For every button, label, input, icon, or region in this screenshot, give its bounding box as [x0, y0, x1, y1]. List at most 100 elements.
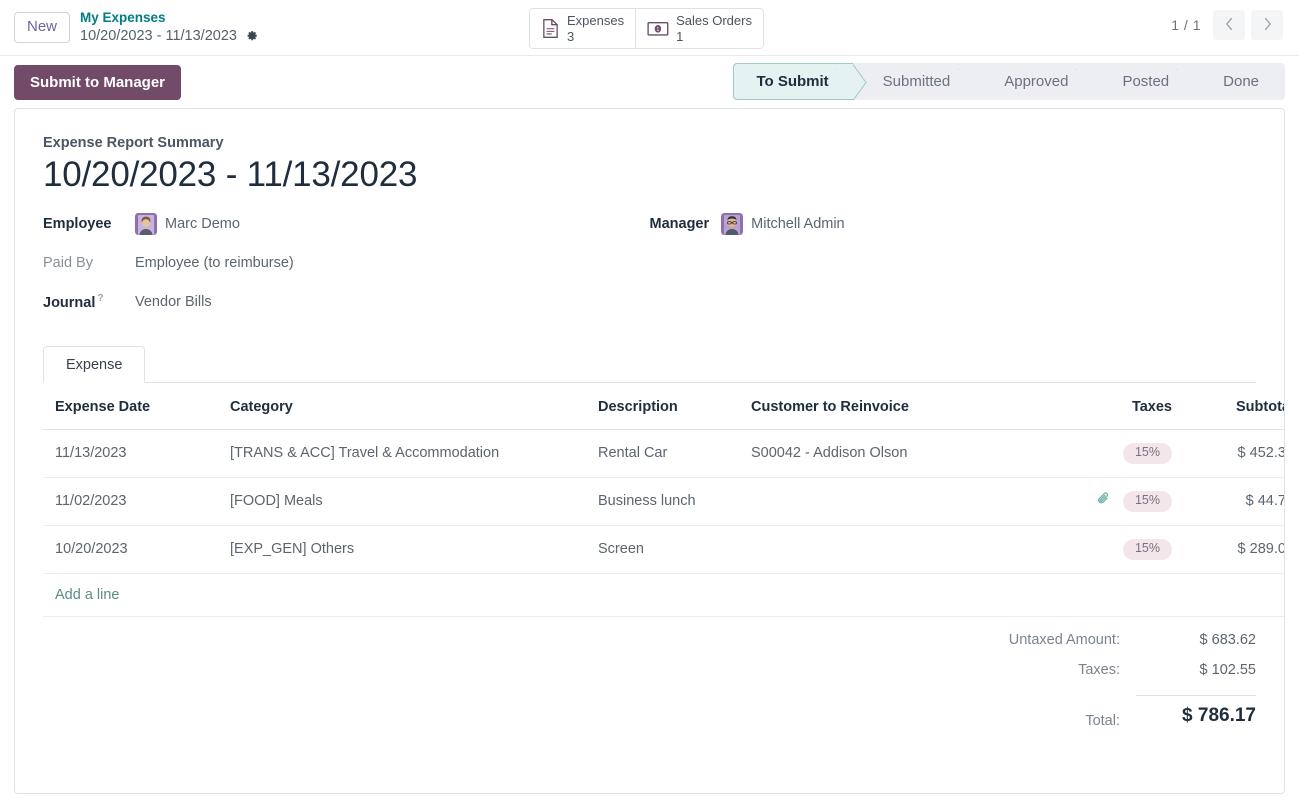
smart-button-expenses-label: Expenses — [567, 13, 624, 28]
add-line-cell[interactable]: Add a line — [43, 573, 1285, 616]
add-a-line-button[interactable]: Add a line — [55, 587, 120, 603]
cell-description[interactable]: Business lunch — [586, 477, 739, 525]
cell-taxes[interactable]: 15% — [1032, 430, 1180, 478]
smart-button-expenses-value: 3 — [567, 29, 624, 44]
smart-button-expenses[interactable]: Expenses 3 — [530, 9, 635, 48]
status-done[interactable]: Done — [1193, 63, 1285, 100]
tax-badge: 15% — [1123, 443, 1172, 464]
smart-button-sales-orders-text: Sales Orders 1 — [676, 13, 752, 44]
status-submitted[interactable]: Submitted — [853, 63, 975, 100]
table-header-row: Expense Date Category Description Custom… — [43, 383, 1285, 430]
journal-help-icon[interactable]: ? — [97, 293, 103, 304]
cell-description[interactable]: Rental Car — [586, 430, 739, 478]
pager-previous-button[interactable] — [1213, 10, 1245, 40]
table-row[interactable]: 11/02/2023 [FOOD] Meals Business lunch 1… — [43, 477, 1285, 525]
cell-subtotal[interactable]: $ 289.00 — [1180, 525, 1285, 573]
action-status-bar: Submit to Manager To Submit Submitted Ap… — [0, 56, 1299, 108]
form-column-right: Manager Mitchell Admin — [650, 213, 1257, 330]
column-description[interactable]: Description — [586, 383, 739, 430]
cell-category[interactable]: [FOOD] Meals — [218, 477, 586, 525]
svg-text:1: 1 — [656, 26, 659, 32]
breadcrumb: My Expenses 10/20/2023 - 11/13/2023 — [80, 10, 258, 45]
status-done-label: Done — [1223, 73, 1259, 90]
cell-subtotal[interactable]: $ 452.39 — [1180, 430, 1285, 478]
field-journal-value[interactable]: Vendor Bills — [135, 294, 212, 310]
totals-taxes-value: $ 102.55 — [1136, 662, 1256, 678]
cell-customer[interactable]: S00042 - Addison Olson — [739, 430, 1032, 478]
totals-total-value: $ 786.17 — [1136, 695, 1256, 727]
form-fields-grid: Employee Marc Demo Paid By — [43, 213, 1256, 330]
form-column-left: Employee Marc Demo Paid By — [43, 213, 650, 330]
column-category[interactable]: Category — [218, 383, 586, 430]
smart-button-sales-orders-value: 1 — [676, 29, 752, 44]
status-submitted-label: Submitted — [883, 73, 951, 90]
avatar — [135, 213, 157, 235]
add-line-row[interactable]: Add a line — [43, 573, 1285, 616]
field-manager: Manager Mitchell Admin — [650, 213, 1257, 235]
totals-taxes-label: Taxes: — [916, 662, 1136, 678]
tax-badge: 15% — [1123, 539, 1172, 560]
column-expense-date[interactable]: Expense Date — [43, 383, 218, 430]
expense-lines-head: Expense Date Category Description Custom… — [43, 383, 1285, 430]
cell-description[interactable]: Screen — [586, 525, 739, 573]
field-employee-value-wrap[interactable]: Marc Demo — [135, 213, 240, 235]
field-paid-by-value[interactable]: Employee (to reimburse) — [135, 255, 294, 271]
new-button[interactable]: New — [14, 12, 70, 43]
tab-expense[interactable]: Expense — [43, 346, 145, 383]
column-customer-to-reinvoice[interactable]: Customer to Reinvoice — [739, 383, 1032, 430]
field-employee-value: Marc Demo — [165, 216, 240, 232]
breadcrumb-parent-link[interactable]: My Expenses — [80, 10, 258, 27]
control-panel-left: New My Expenses 10/20/2023 - 11/13/2023 — [14, 10, 258, 45]
field-paid-by-label: Paid By — [43, 255, 135, 271]
cell-customer[interactable] — [739, 525, 1032, 573]
status-approved[interactable]: Approved — [974, 63, 1092, 100]
cell-taxes[interactable]: 15% — [1032, 477, 1180, 525]
cell-customer[interactable] — [739, 477, 1032, 525]
expense-lines-table: Expense Date Category Description Custom… — [43, 383, 1285, 617]
cell-expense-date[interactable]: 11/02/2023 — [43, 477, 218, 525]
totals-untaxed-value: $ 683.62 — [1136, 632, 1256, 648]
notebook: Expense Expense Date Category Descriptio… — [43, 346, 1256, 734]
totals-section: Untaxed Amount: $ 683.62 Taxes: $ 102.55… — [43, 617, 1256, 734]
sheet-background: Expense Report Summary 10/20/2023 - 11/1… — [0, 108, 1299, 808]
submit-to-manager-button[interactable]: Submit to Manager — [14, 65, 181, 100]
notebook-tabs: Expense — [43, 346, 1256, 383]
status-posted[interactable]: Posted — [1092, 63, 1193, 100]
breadcrumb-current: 10/20/2023 - 11/13/2023 — [80, 27, 237, 45]
totals-total-label: Total: — [916, 713, 1136, 729]
summary-label: Expense Report Summary — [43, 135, 1256, 151]
document-icon — [541, 18, 560, 39]
status-to-submit[interactable]: To Submit — [733, 63, 852, 100]
pager-next-button[interactable] — [1251, 10, 1283, 40]
pager: 1 / 1 — [1171, 10, 1283, 40]
column-subtotal-label: Subtotal — [1236, 399, 1285, 415]
totals-total-row: Total: $ 786.17 — [896, 685, 1256, 734]
field-manager-value-wrap[interactable]: Mitchell Admin — [721, 213, 844, 235]
cell-expense-date[interactable]: 11/13/2023 — [43, 430, 218, 478]
cell-expense-date[interactable]: 10/20/2023 — [43, 525, 218, 573]
attachment-icon[interactable] — [1097, 491, 1110, 510]
field-paid-by: Paid By Employee (to reimburse) — [43, 252, 650, 274]
pager-count: 1 / 1 — [1171, 17, 1201, 33]
field-employee-label: Employee — [43, 216, 135, 232]
page-title[interactable]: 10/20/2023 - 11/13/2023 — [43, 155, 1256, 195]
cell-subtotal[interactable]: $ 44.78 — [1180, 477, 1285, 525]
status-pipeline: To Submit Submitted Approved Posted Done — [733, 63, 1285, 100]
table-row[interactable]: 11/13/2023 [TRANS & ACC] Travel & Accomm… — [43, 430, 1285, 478]
cell-taxes[interactable]: 15% — [1032, 525, 1180, 573]
column-subtotal[interactable]: Subtotal — [1180, 383, 1285, 430]
cell-category[interactable]: [TRANS & ACC] Travel & Accommodation — [218, 430, 586, 478]
tax-badge: 15% — [1123, 491, 1172, 512]
column-taxes[interactable]: Taxes — [1032, 383, 1180, 430]
avatar — [721, 213, 743, 235]
table-row[interactable]: 10/20/2023 [EXP_GEN] Others Screen 15% $… — [43, 525, 1285, 573]
status-to-submit-label: To Submit — [756, 73, 828, 90]
form-sheet: Expense Report Summary 10/20/2023 - 11/1… — [14, 108, 1285, 794]
totals-taxes-row: Taxes: $ 102.55 — [896, 655, 1256, 685]
cell-category[interactable]: [EXP_GEN] Others — [218, 525, 586, 573]
field-manager-label: Manager — [650, 216, 710, 232]
breadcrumb-current-row: 10/20/2023 - 11/13/2023 — [80, 27, 258, 45]
smart-button-sales-orders[interactable]: 1 Sales Orders 1 — [635, 9, 763, 48]
status-posted-label: Posted — [1122, 73, 1169, 90]
gear-icon[interactable] — [244, 29, 258, 43]
